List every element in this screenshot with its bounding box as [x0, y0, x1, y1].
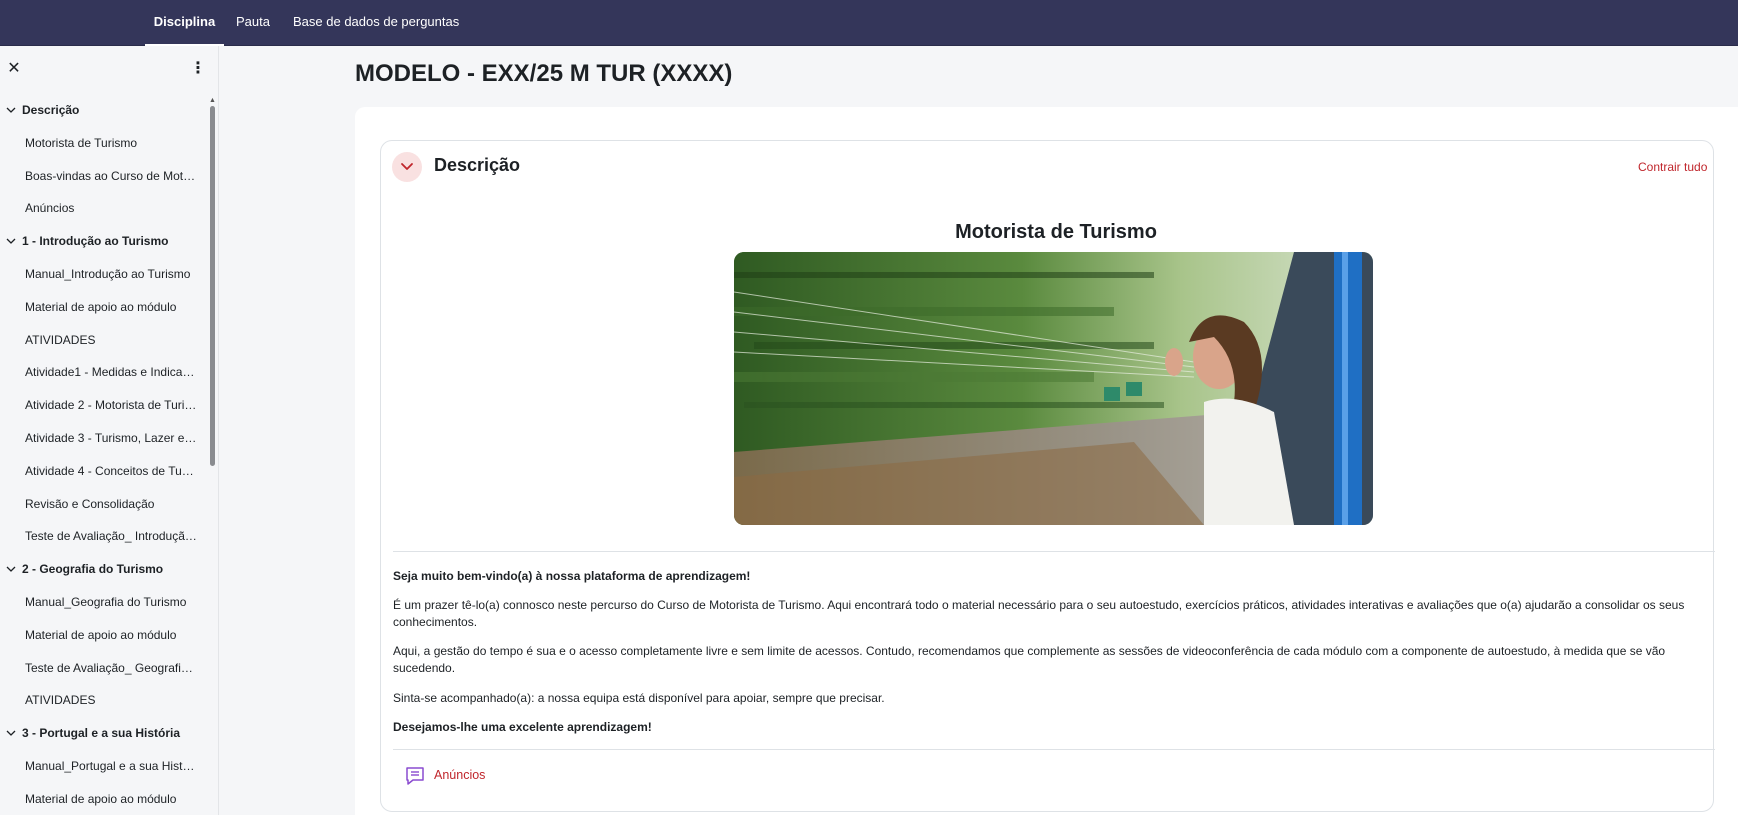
time-paragraph: Aqui, a gestão do tempo é sua e o acesso… — [393, 644, 1666, 675]
item-label: Atividade 2 - Motorista de Turismo — [25, 398, 197, 413]
item-label: Material de apoio ao módulo — [25, 791, 177, 806]
course-index-item[interactable]: Atividade1 - Medidas e Indicadores — [0, 356, 210, 389]
item-label: ATIVIDADES — [25, 332, 96, 347]
course-index-item[interactable]: ATIVIDADES — [0, 684, 210, 717]
course-index-item[interactable]: Anúncios — [0, 192, 210, 225]
tab-question-bank[interactable]: Base de dados de perguntas — [293, 0, 459, 46]
divider — [393, 551, 1715, 552]
course-index-item[interactable]: Material de apoio ao módulo — [0, 783, 210, 815]
item-label: Teste de Avaliação_ Geografia do Turismo — [25, 660, 197, 675]
announcements-link[interactable]: Anúncios — [434, 768, 485, 782]
item-label: Manual_Geografia do Turismo — [25, 594, 187, 609]
course-index-item[interactable]: Teste de Avaliação_ Geografia do Turismo — [0, 652, 210, 685]
course-index-item[interactable]: Manual_Geografia do Turismo — [0, 586, 210, 619]
item-label: Atividade1 - Medidas e Indicadores — [25, 365, 197, 380]
closing-paragraph: Desejamos-lhe uma excelente aprendizagem… — [393, 720, 652, 734]
course-index-item[interactable]: Manual_Introdução ao Turismo — [0, 258, 210, 291]
support-paragraph: Sinta-se acompanhado(a): a nossa equipa … — [393, 691, 885, 705]
item-label: Material de apoio ao módulo — [25, 299, 177, 314]
section-label: 3 - Portugal e a sua História — [22, 726, 181, 741]
scrollbar-thumb[interactable] — [210, 106, 215, 466]
chevron-down-icon[interactable] — [5, 94, 17, 126]
item-label: ATIVIDADES — [25, 693, 96, 708]
course-index-item[interactable]: Boas-vindas ao Curso de Motorista de Tur… — [0, 160, 210, 193]
course-index-item[interactable]: Motorista de Turismo — [0, 127, 210, 160]
item-label: Anúncios — [25, 201, 75, 216]
welcome-heading: Seja muito bem-vindo(a) à nossa platafor… — [393, 569, 751, 583]
item-label: Atividade 4 - Conceitos de Turismo — [25, 463, 197, 478]
course-index-section[interactable]: Descrição — [0, 94, 210, 127]
course-index-section[interactable]: 1 - Introdução ao Turismo — [0, 225, 210, 258]
chevron-down-icon[interactable] — [5, 553, 17, 585]
item-label: Manual_Portugal e a sua História — [25, 758, 197, 773]
course-index-section[interactable]: 2 - Geografia do Turismo — [0, 553, 210, 586]
course-index-item[interactable]: Atividade 3 - Turismo, Lazer e Recreio — [0, 422, 210, 455]
section-collapse-button[interactable] — [392, 152, 422, 182]
intro-paragraph: É um prazer tê-lo(a) connosco neste perc… — [393, 598, 1685, 629]
chevron-down-icon[interactable] — [5, 717, 17, 749]
collapse-all-link[interactable]: Contrair tudo — [1638, 160, 1707, 174]
section-label: 1 - Introdução ao Turismo — [22, 234, 169, 249]
item-label: Motorista de Turismo — [25, 135, 138, 150]
course-index-item[interactable]: Atividade 2 - Motorista de Turismo — [0, 389, 210, 422]
section-label: 2 - Geografia do Turismo — [22, 562, 164, 577]
chevron-down-icon — [401, 163, 413, 170]
divider — [393, 749, 1715, 750]
kebab-menu-icon[interactable]: ⋮ — [190, 60, 206, 78]
course-index-item[interactable]: ATIVIDADES — [0, 324, 210, 357]
item-label: Atividade 3 - Turismo, Lazer e Recreio — [25, 430, 197, 445]
course-index-item[interactable]: Revisão e Consolidação — [0, 488, 210, 521]
course-banner-image — [734, 252, 1373, 525]
course-index-item[interactable]: Material de apoio ao módulo — [0, 291, 210, 324]
course-index-drawer: ✕ ⋮ Descrição Motorista de Turismo Boas-vi… — [0, 46, 219, 815]
course-index: Descrição Motorista de Turismo Boas-vindas… — [0, 94, 210, 815]
close-icon[interactable]: ✕ — [6, 61, 22, 77]
item-label: Manual_Introdução ao Turismo — [25, 266, 191, 281]
course-index-item[interactable]: Material de apoio ao módulo — [0, 619, 210, 652]
chevron-down-icon[interactable] — [5, 225, 17, 257]
course-index-item[interactable]: Atividade 4 - Conceitos de Turismo — [0, 455, 210, 488]
top-navbar: Disciplina Pauta Base de dados de pergun… — [0, 0, 1738, 46]
tab-disciplina[interactable]: Disciplina — [145, 0, 224, 46]
item-label: Teste de Avaliação_ Introdução ao Turism… — [25, 529, 197, 544]
item-label: Material de apoio ao módulo — [25, 627, 177, 642]
course-heading: Motorista de Turismo — [955, 221, 1157, 243]
scroll-up-icon[interactable]: ▲ — [209, 97, 216, 104]
forum-icon — [406, 767, 424, 785]
item-label: Boas-vindas ao Curso de Motorista de Tur… — [25, 168, 197, 183]
section-label: Descrição — [22, 103, 80, 117]
course-index-section[interactable]: 3 - Portugal e a sua História — [0, 717, 210, 750]
course-index-item[interactable]: Teste de Avaliação_ Introdução ao Turism… — [0, 520, 210, 553]
course-index-item[interactable]: Manual_Portugal e a sua História — [0, 750, 210, 783]
page-title: MODELO - EXX/25 M TUR (XXXX) — [355, 60, 733, 87]
tab-pauta[interactable]: Pauta — [236, 0, 270, 46]
drawer-scrollbar[interactable]: ▲ — [209, 97, 216, 518]
item-label: Revisão e Consolidação — [25, 496, 155, 511]
banner-photo — [734, 252, 1373, 525]
section-title: Descrição — [434, 155, 521, 175]
